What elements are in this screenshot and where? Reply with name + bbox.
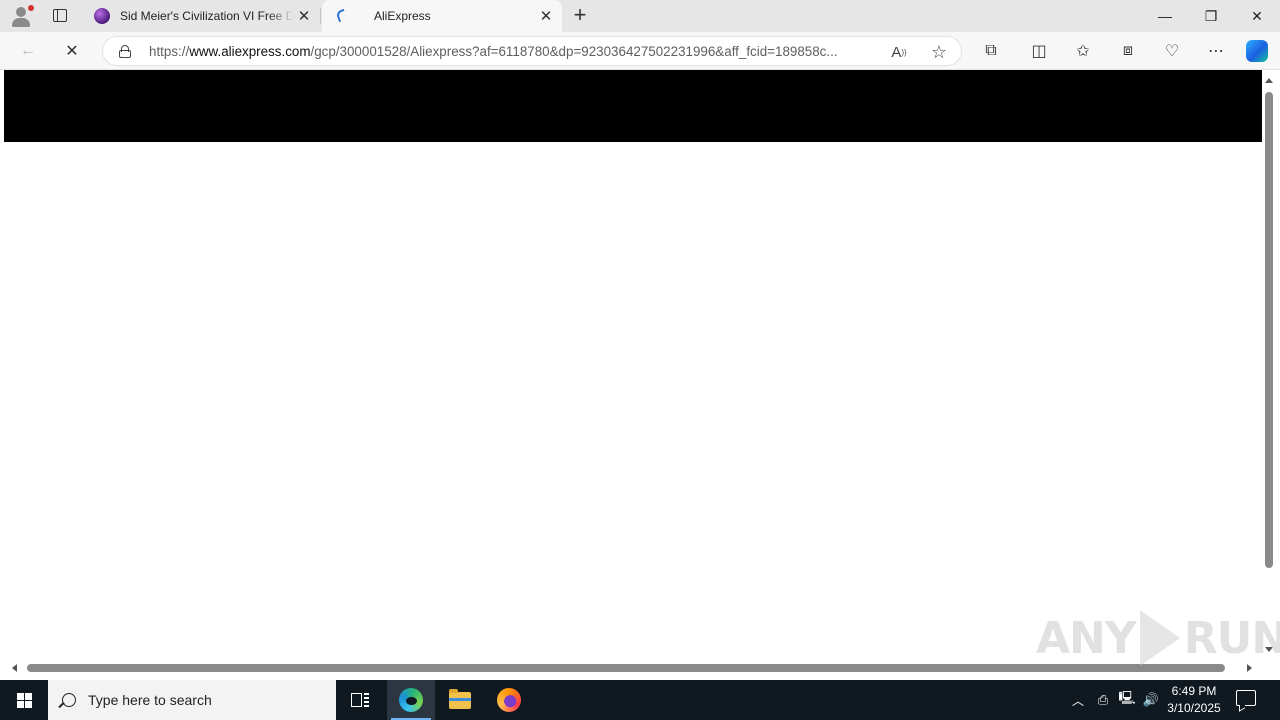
url-path: /gcp/300001528/Aliexpress?af=6118780&dp=… bbox=[310, 44, 838, 59]
minimize-button[interactable]: — bbox=[1142, 0, 1188, 32]
scroll-up-arrow[interactable] bbox=[1265, 78, 1273, 83]
firefox-icon bbox=[497, 688, 521, 712]
lock-icon[interactable] bbox=[119, 45, 131, 58]
tab-title: Sid Meier's Civilization VI Free Downloa… bbox=[120, 9, 294, 23]
tab-strip: Sid Meier's Civilization VI Free Downloa… bbox=[0, 0, 1280, 32]
url-host: www.aliexpress.com bbox=[189, 44, 311, 59]
meet-now-icon[interactable]: ⎙ bbox=[1092, 680, 1114, 720]
tab-title: AliExpress bbox=[374, 9, 431, 23]
notifications-icon[interactable] bbox=[1236, 690, 1256, 706]
page-header-band bbox=[4, 70, 1262, 142]
tab-civilization[interactable]: Sid Meier's Civilization VI Free Downloa… bbox=[84, 0, 320, 32]
scroll-right-arrow[interactable] bbox=[1247, 664, 1252, 672]
read-aloud-icon[interactable]: A)) bbox=[887, 40, 911, 64]
page-viewport bbox=[4, 70, 1262, 660]
screen: Sid Meier's Civilization VI Free Downloa… bbox=[0, 0, 1280, 720]
profile-notification-dot bbox=[28, 5, 34, 11]
start-button[interactable] bbox=[0, 680, 48, 720]
network-icon[interactable]: 🖳 bbox=[1116, 680, 1138, 720]
clock-date: 3/10/2025 bbox=[1167, 701, 1221, 715]
taskbar-clock[interactable]: 6:49 PM 3/10/2025 bbox=[1160, 683, 1228, 717]
more-menu-icon[interactable]: ⋯ bbox=[1202, 37, 1230, 65]
browser-toolbar: ← ✕ https://www.aliexpress.com/gcp/30000… bbox=[0, 32, 1280, 70]
aliexpress-loading-icon bbox=[334, 8, 350, 24]
back-button[interactable]: ← bbox=[14, 37, 42, 65]
favorites-icon[interactable]: ✩ bbox=[1069, 37, 1097, 65]
vertical-scrollbar[interactable] bbox=[1262, 70, 1276, 660]
volume-icon[interactable]: 🔊 bbox=[1140, 680, 1162, 720]
copilot-icon[interactable] bbox=[1243, 37, 1271, 65]
tab-aliexpress[interactable]: AliExpress ✕ bbox=[322, 0, 562, 32]
scroll-left-arrow[interactable] bbox=[12, 664, 17, 672]
stop-loading-button[interactable]: ✕ bbox=[58, 37, 86, 65]
new-tab-button[interactable]: + bbox=[568, 4, 592, 28]
vertical-scroll-thumb[interactable] bbox=[1265, 92, 1273, 568]
edge-icon bbox=[399, 688, 423, 712]
address-bar[interactable]: https://www.aliexpress.com/gcp/300001528… bbox=[102, 36, 962, 66]
watermark-right-text: RUN bbox=[1183, 612, 1280, 664]
taskbar-search-box[interactable]: Type here to search bbox=[48, 680, 336, 720]
tab-actions-icon[interactable] bbox=[48, 4, 72, 28]
task-view-icon bbox=[351, 693, 369, 707]
firefox-taskbar-button[interactable] bbox=[485, 680, 533, 720]
collections-icon[interactable]: ⧈ bbox=[1114, 37, 1142, 65]
profile-icon[interactable] bbox=[8, 4, 36, 28]
task-view-button[interactable] bbox=[336, 680, 384, 720]
watermark-play-icon bbox=[1139, 610, 1180, 666]
url-text[interactable]: https://www.aliexpress.com/gcp/300001528… bbox=[149, 44, 877, 59]
clock-time: 6:49 PM bbox=[1171, 684, 1217, 698]
browser-essentials-icon[interactable]: ♡ bbox=[1158, 37, 1186, 65]
civilization-globe-icon bbox=[94, 8, 110, 24]
favorite-star-icon[interactable]: ☆ bbox=[927, 40, 951, 64]
close-tab-icon[interactable]: ✕ bbox=[294, 6, 314, 26]
url-scheme: https:// bbox=[149, 44, 190, 59]
windows-logo-icon bbox=[16, 692, 32, 708]
split-screen-icon[interactable]: ◫ bbox=[1025, 37, 1053, 65]
close-tab-icon[interactable]: ✕ bbox=[536, 6, 556, 26]
tab-divider bbox=[320, 8, 321, 24]
extensions-icon[interactable]: ⧉ bbox=[977, 37, 1005, 65]
edge-taskbar-button[interactable] bbox=[387, 680, 435, 720]
close-window-button[interactable]: ✕ bbox=[1234, 0, 1280, 32]
search-placeholder: Type here to search bbox=[88, 692, 212, 708]
search-icon bbox=[62, 693, 76, 707]
restore-button[interactable]: ❐ bbox=[1188, 0, 1234, 32]
watermark-left-text: ANY bbox=[1036, 612, 1137, 664]
file-explorer-taskbar-button[interactable] bbox=[436, 680, 484, 720]
anyrun-watermark: ANY RUN bbox=[1036, 608, 1280, 668]
file-explorer-icon bbox=[449, 688, 471, 709]
taskbar: Type here to search ︿ ⎙ 🖳 🔊 6:49 PM 3/10… bbox=[0, 680, 1280, 720]
show-hidden-icons-chevron[interactable]: ︿ bbox=[1068, 680, 1088, 720]
